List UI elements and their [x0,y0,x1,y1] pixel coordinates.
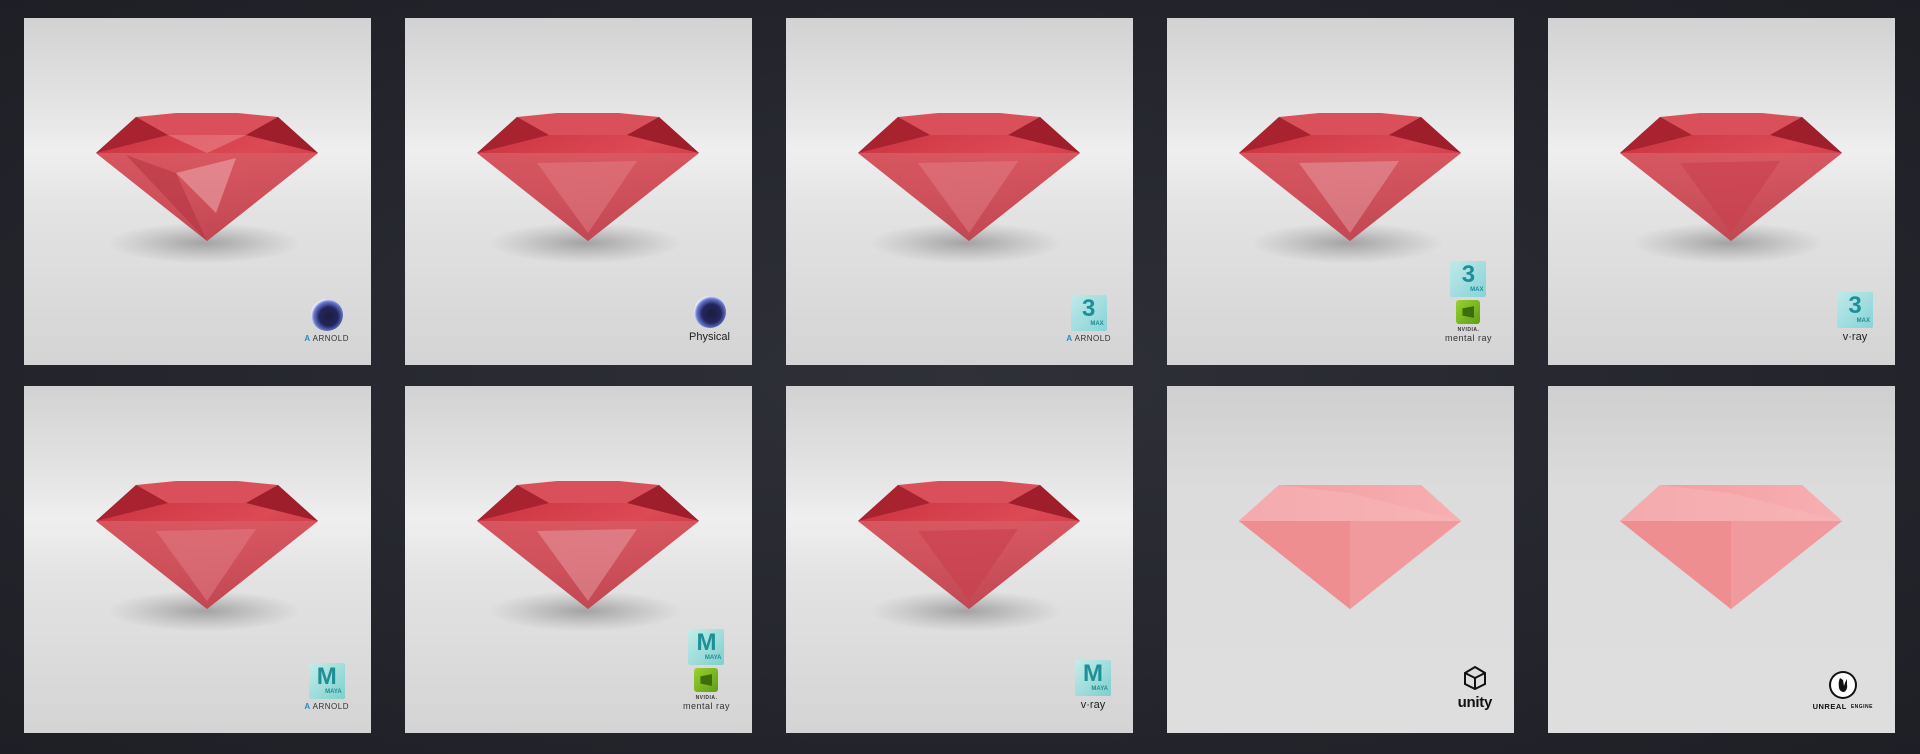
cinema4d-icon [310,299,343,331]
unreal-engine-label: UNREAL ENGINE [1812,702,1873,711]
render-tile-unreal[interactable]: UNREAL ENGINE [1548,386,1895,733]
arnold-icon: A ARNOLD [304,702,349,711]
ruby-gem-glossy [1239,113,1461,241]
arnold-icon: A ARNOLD [1066,334,1111,343]
software-logo-stack: 3 MAX NVIDIA. mental ray [1445,261,1492,343]
render-tile-unity[interactable]: unity [1167,386,1514,733]
ruby-gem-flat [1620,485,1842,609]
mental-ray-label: mental ray [682,701,730,711]
software-logo-stack: A ARNOLD [304,299,349,343]
3dsmax-icon: 3 MAX [1450,261,1487,297]
maya-icon: M MAYA [308,663,345,699]
software-logo-stack: unity [1458,665,1492,711]
physical-renderer-label: Physical [689,331,730,343]
3dsmax-icon: 3 MAX [1837,292,1873,328]
software-logo-stack: M MAYA NVIDIA. mental ray [683,629,730,711]
maya-icon: M MAYA [1075,660,1111,696]
render-tile-maya-arnold[interactable]: M MAYA A ARNOLD [24,386,371,733]
unreal-engine-icon [1828,671,1857,699]
vray-icon: v·ray [1080,699,1106,711]
ruby-gem-glossy [1620,113,1842,241]
3dsmax-icon: 3 MAX [1070,295,1107,331]
maya-icon: M MAYA [688,629,725,665]
render-tile-maya-vray[interactable]: M MAYA v·ray [786,386,1133,733]
unity-label: unity [1457,694,1493,711]
vray-icon: v·ray [1842,331,1868,343]
render-tile-3dsmax-vray[interactable]: 3 MAX v·ray [1548,18,1895,365]
render-comparison-grid: A ARNOLD Physical 3 MAX A ARNOLD 3 MAX N… [24,18,1895,733]
render-tile-c4d-physical[interactable]: Physical [405,18,752,365]
software-logo-stack: M MAYA A ARNOLD [304,663,349,711]
software-logo-stack: UNREAL ENGINE [1813,670,1873,711]
ruby-gem-glossy [858,481,1080,609]
nvidia-icon [1456,300,1481,324]
ruby-gem-flat [1239,485,1461,609]
ruby-gem-glossy [96,481,318,609]
cinema4d-icon [693,296,726,328]
ruby-gem-glossy [477,481,699,609]
render-tile-3dsmax-mentalray[interactable]: 3 MAX NVIDIA. mental ray [1167,18,1514,365]
nvidia-icon [694,668,719,692]
software-logo-stack: Physical [689,296,730,343]
unity-icon [1463,665,1486,691]
ruby-gem-glossy [858,113,1080,241]
ruby-gem-glossy [96,113,318,241]
render-tile-c4d-arnold[interactable]: A ARNOLD [24,18,371,365]
arnold-icon: A ARNOLD [304,334,349,343]
ruby-gem-glossy [477,113,699,241]
software-logo-stack: 3 MAX v·ray [1837,292,1873,343]
software-logo-stack: M MAYA v·ray [1075,660,1111,711]
render-tile-maya-mentalray[interactable]: M MAYA NVIDIA. mental ray [405,386,752,733]
render-tile-3dsmax-arnold[interactable]: 3 MAX A ARNOLD [786,18,1133,365]
mental-ray-label: mental ray [1444,333,1492,343]
software-logo-stack: 3 MAX A ARNOLD [1066,295,1111,343]
